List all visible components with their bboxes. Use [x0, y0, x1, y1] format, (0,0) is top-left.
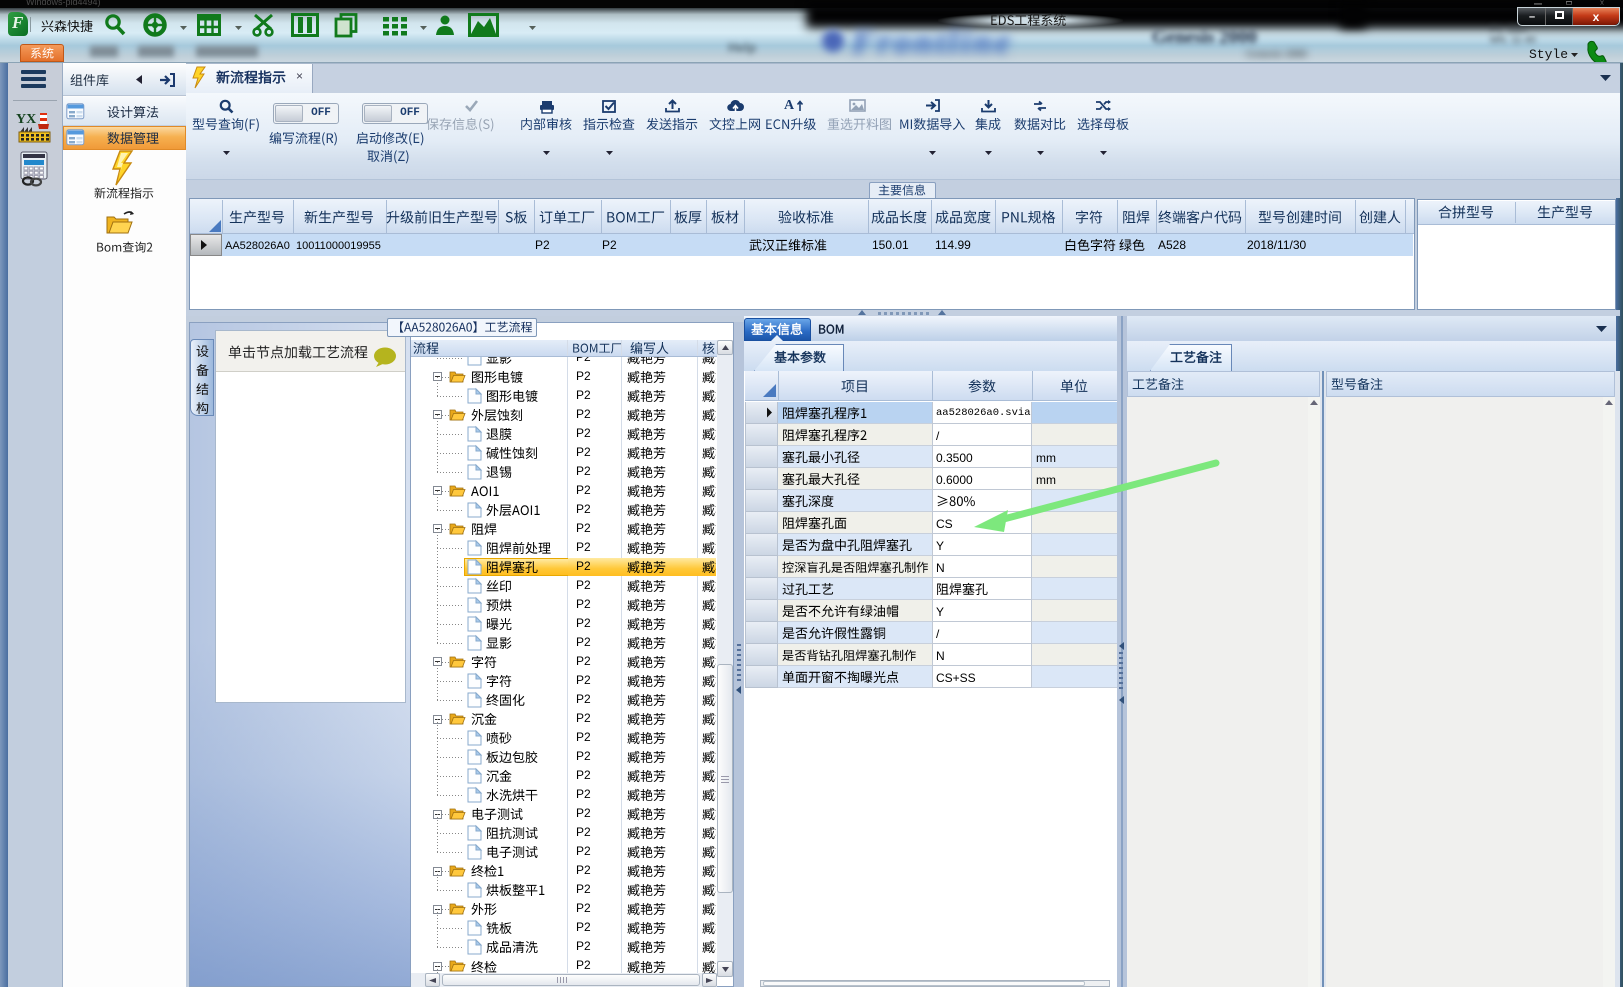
svg-text:YX: YX — [16, 112, 36, 127]
